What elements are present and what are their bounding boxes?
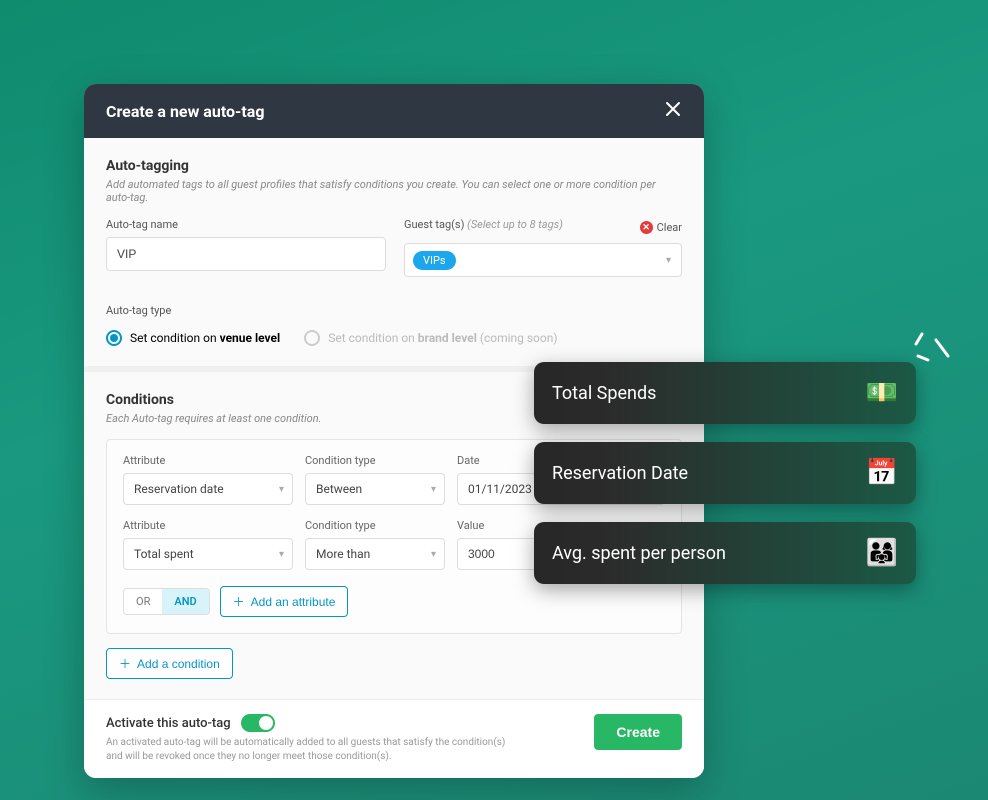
sparkle-icon xyxy=(914,326,964,380)
logic-or-button[interactable]: OR xyxy=(124,589,162,614)
modal-footer: Activate this auto-tag An activated auto… xyxy=(84,699,704,778)
section-heading: Auto-tagging xyxy=(106,158,682,174)
clear-icon: ✕ xyxy=(640,221,653,234)
guest-tags-select[interactable]: VIPs ▾ xyxy=(404,243,682,277)
section-description: Add automated tags to all guest profiles… xyxy=(106,178,682,204)
attribute-col-label: Attribute xyxy=(123,454,293,467)
close-icon[interactable] xyxy=(664,100,682,122)
chip-label: Total Spends xyxy=(552,383,656,404)
calendar-icon: 📅 xyxy=(866,458,898,488)
chevron-down-icon: ▾ xyxy=(279,549,284,560)
autotag-type-block: Auto-tag type Set condition on venue lev… xyxy=(106,299,682,346)
clear-tags-button[interactable]: ✕ Clear xyxy=(640,221,682,234)
feature-chips: Total Spends 💵 Reservation Date 📅 Avg. s… xyxy=(534,362,916,584)
attribute-col-label: Attribute xyxy=(123,519,293,532)
activate-label: Activate this auto-tag xyxy=(106,716,231,731)
radio-icon xyxy=(106,330,122,346)
plus-icon: ＋ xyxy=(233,593,245,610)
chevron-down-icon: ▾ xyxy=(279,484,284,495)
activate-toggle[interactable] xyxy=(241,714,275,732)
add-attribute-button[interactable]: ＋ Add an attribute xyxy=(220,586,349,617)
chevron-down-icon: ▾ xyxy=(431,549,436,560)
guest-tags-field: Guest tag(s) (Select up to 8 tags) ✕ Cle… xyxy=(404,218,682,277)
modal-title: Create a new auto-tag xyxy=(106,102,264,121)
chip-label: Reservation Date xyxy=(552,463,688,484)
condition-type-select[interactable]: More than ▾ xyxy=(305,538,445,570)
chip-total-spends: Total Spends 💵 xyxy=(534,362,916,424)
radio-venue-level[interactable]: Set condition on venue level xyxy=(106,330,280,346)
chip-avg-spent: Avg. spent per person 👨‍👩‍👧 xyxy=(534,522,916,584)
condtype-col-label: Condition type xyxy=(305,454,445,467)
autotagging-section: Auto-tagging Add automated tags to all g… xyxy=(84,138,704,366)
chip-reservation-date: Reservation Date 📅 xyxy=(534,442,916,504)
add-condition-button[interactable]: ＋ Add a condition xyxy=(106,648,233,679)
autotag-name-field: Auto-tag name xyxy=(106,218,386,277)
activate-description: An activated auto-tag will be automatica… xyxy=(106,736,506,764)
autotag-name-label: Auto-tag name xyxy=(106,218,386,231)
logic-and-button[interactable]: AND xyxy=(162,589,208,614)
money-icon: 💵 xyxy=(866,378,898,408)
autotag-type-label: Auto-tag type xyxy=(106,304,171,317)
family-icon: 👨‍👩‍👧 xyxy=(866,538,898,568)
activate-block: Activate this auto-tag An activated auto… xyxy=(106,714,506,764)
chevron-down-icon: ▾ xyxy=(666,255,671,266)
logic-toggle: OR AND xyxy=(123,588,210,615)
radio-icon xyxy=(304,330,320,346)
condtype-col-label: Condition type xyxy=(305,519,445,532)
plus-icon: ＋ xyxy=(119,655,131,672)
attribute-select[interactable]: Reservation date ▾ xyxy=(123,473,293,505)
modal-header: Create a new auto-tag xyxy=(84,84,704,138)
chip-label: Avg. spent per person xyxy=(552,543,726,564)
tag-pill: VIPs xyxy=(413,251,456,270)
radio-brand-level: Set condition on brand level (coming soo… xyxy=(304,330,557,346)
guest-tags-label: Guest tag(s) (Select up to 8 tags) xyxy=(404,218,563,231)
create-button[interactable]: Create xyxy=(594,714,682,750)
autotag-name-input[interactable] xyxy=(106,237,386,271)
attribute-select[interactable]: Total spent ▾ xyxy=(123,538,293,570)
logic-row: OR AND ＋ Add an attribute xyxy=(123,586,665,617)
chevron-down-icon: ▾ xyxy=(431,484,436,495)
condition-type-select[interactable]: Between ▾ xyxy=(305,473,445,505)
